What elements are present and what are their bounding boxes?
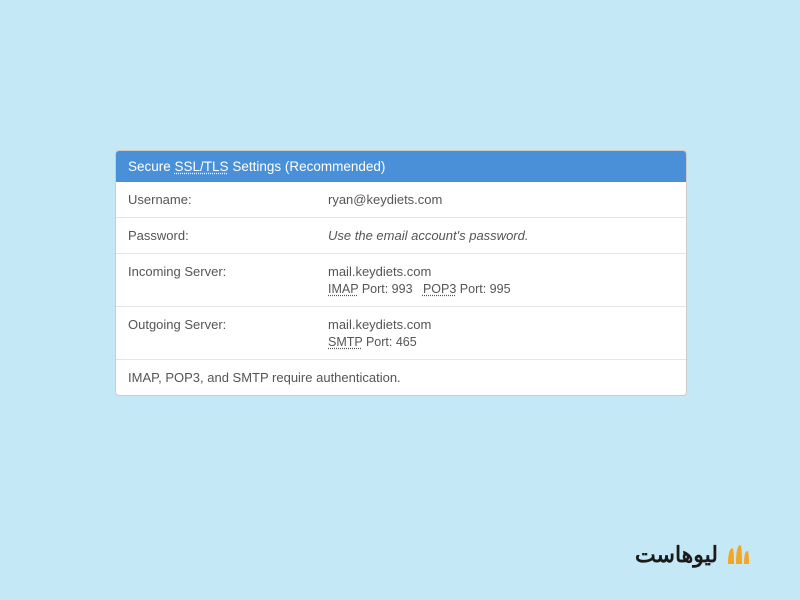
incoming-label: Incoming Server: <box>128 264 328 296</box>
imap-port: Port: 993 <box>358 282 412 296</box>
pop3-port: Port: 995 <box>456 282 510 296</box>
outgoing-server: mail.keydiets.com <box>328 317 674 332</box>
outgoing-label: Outgoing Server: <box>128 317 328 349</box>
incoming-value: mail.keydiets.com IMAP Port: 993 POP3 Po… <box>328 264 674 296</box>
brand-text: لیوهاست <box>635 542 718 568</box>
smtp-port: Port: 465 <box>363 335 417 349</box>
incoming-ports: IMAP Port: 993 POP3 Port: 995 <box>328 282 674 296</box>
header-prefix: Secure <box>128 159 175 174</box>
incoming-server: mail.keydiets.com <box>328 264 674 279</box>
pop3-abbr: POP3 <box>423 282 456 296</box>
password-value: Use the email account's password. <box>328 228 528 243</box>
imap-abbr: IMAP <box>328 282 358 296</box>
username-value: ryan@keydiets.com <box>328 192 674 207</box>
incoming-server-row: Incoming Server: mail.keydiets.com IMAP … <box>116 254 686 307</box>
settings-panel: Secure SSL/TLS Settings (Recommended) Us… <box>115 150 687 396</box>
panel-header: Secure SSL/TLS Settings (Recommended) <box>116 151 686 182</box>
branding: لیوهاست <box>635 542 750 568</box>
outgoing-value: mail.keydiets.com SMTP Port: 465 <box>328 317 674 349</box>
header-abbr: SSL/TLS <box>175 159 229 174</box>
outgoing-ports: SMTP Port: 465 <box>328 335 674 349</box>
password-row: Password: Use the email account's passwo… <box>116 218 686 254</box>
brand-logo-icon <box>724 542 750 568</box>
smtp-abbr: SMTP <box>328 335 363 349</box>
password-label: Password: <box>128 228 328 243</box>
auth-note: IMAP, POP3, and SMTP require authenticat… <box>116 360 686 395</box>
username-row: Username: ryan@keydiets.com <box>116 182 686 218</box>
header-suffix: Settings (Recommended) <box>229 159 386 174</box>
outgoing-server-row: Outgoing Server: mail.keydiets.com SMTP … <box>116 307 686 360</box>
username-label: Username: <box>128 192 328 207</box>
